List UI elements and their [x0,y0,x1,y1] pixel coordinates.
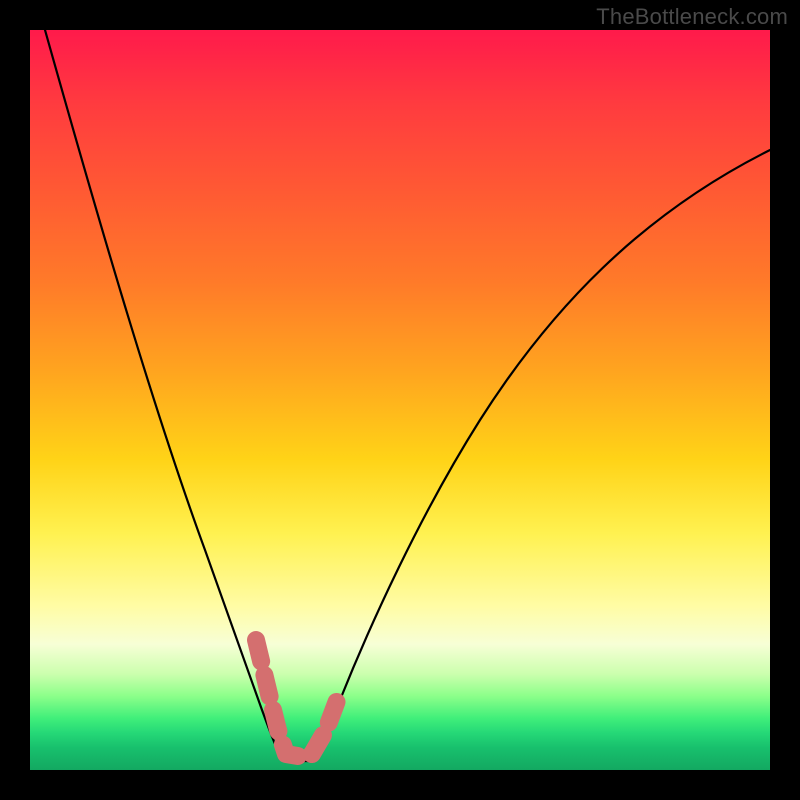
chart-plot-area [30,30,770,770]
watermark-text: TheBottleneck.com [596,4,788,30]
minimum-marker [256,640,338,756]
chart-svg [30,30,770,770]
bottleneck-curve [45,30,770,761]
chart-frame: TheBottleneck.com [0,0,800,800]
